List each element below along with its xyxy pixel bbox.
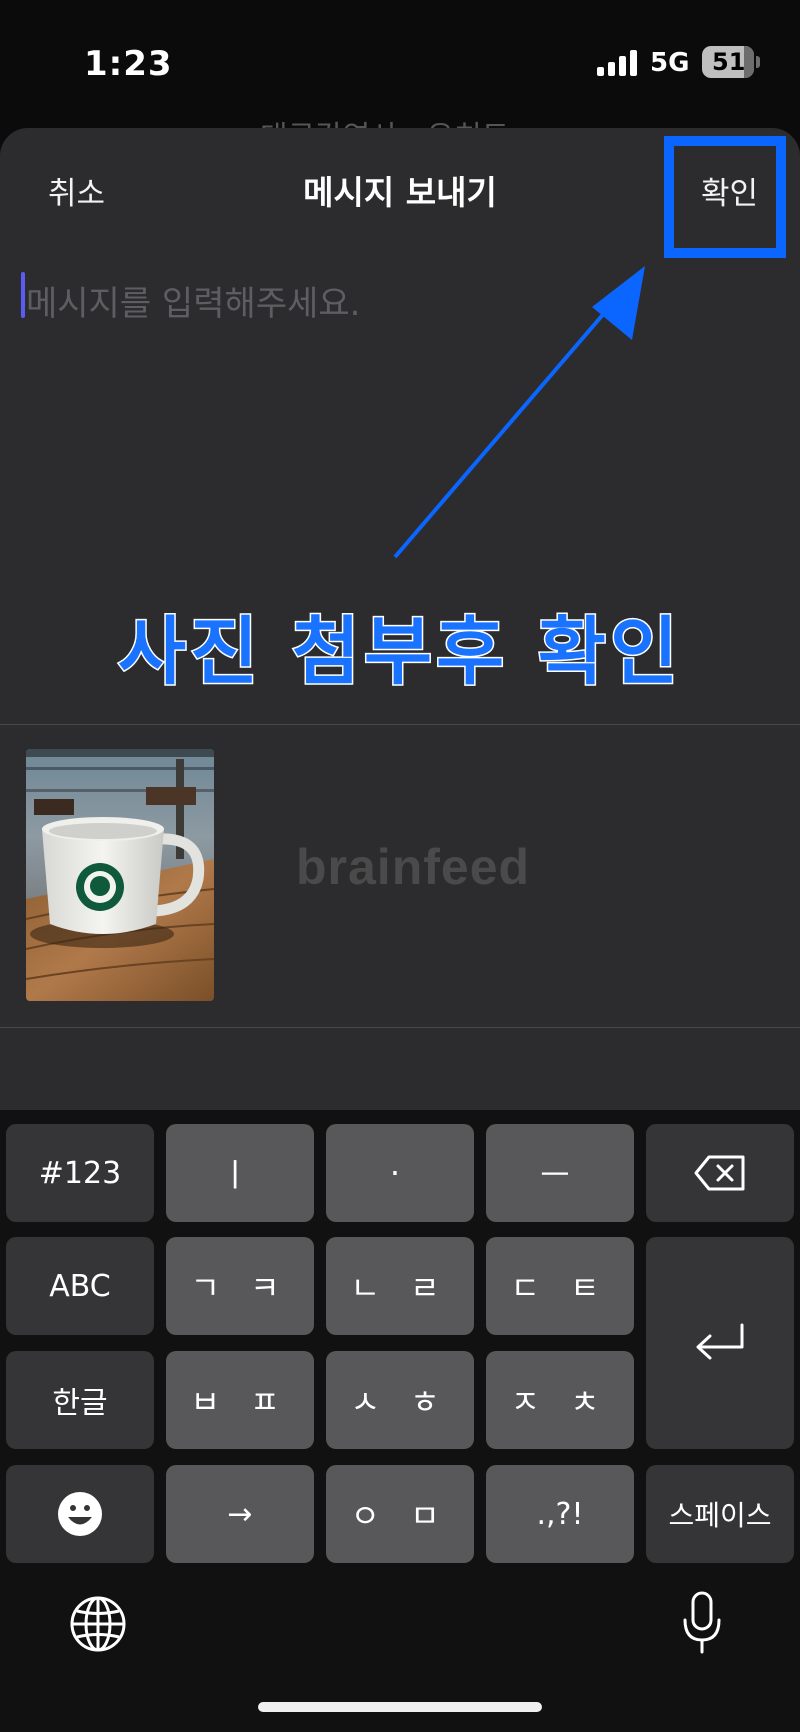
network-type: 5G bbox=[650, 48, 690, 78]
key-siot-hieut[interactable]: ㅅ ㅎ bbox=[326, 1351, 474, 1449]
emoji-key[interactable] bbox=[6, 1465, 154, 1563]
backspace-icon bbox=[694, 1155, 745, 1191]
space-key[interactable]: 스페이스 bbox=[646, 1465, 794, 1563]
key-hangul[interactable]: 한글 bbox=[6, 1351, 154, 1449]
globe-icon[interactable] bbox=[68, 1594, 128, 1654]
microphone-icon[interactable] bbox=[680, 1590, 724, 1656]
key-vowel-dot[interactable]: · bbox=[326, 1124, 474, 1222]
battery-cap bbox=[756, 56, 760, 68]
watermark-text: brainfeed bbox=[296, 839, 531, 895]
divider-bottom bbox=[0, 1027, 800, 1028]
key-jieut-chieut[interactable]: ㅈ ㅊ bbox=[486, 1351, 634, 1449]
key-vowel-eu[interactable]: ㅡ bbox=[486, 1124, 634, 1222]
battery-icon: 51 bbox=[702, 46, 754, 78]
return-key[interactable] bbox=[646, 1237, 794, 1449]
battery-level: 51 bbox=[712, 48, 746, 76]
key-punctuation[interactable]: .,?! bbox=[486, 1465, 634, 1563]
emoji-icon bbox=[58, 1492, 102, 1536]
divider-top bbox=[0, 724, 800, 725]
home-indicator[interactable] bbox=[258, 1702, 542, 1712]
key-ieung-mieum[interactable]: ㅇ ㅁ bbox=[326, 1465, 474, 1563]
key-abc[interactable]: ABC bbox=[6, 1237, 154, 1335]
key-numbers[interactable]: #123 bbox=[6, 1124, 154, 1222]
annotation-arrow bbox=[393, 266, 645, 559]
backspace-key[interactable] bbox=[646, 1124, 794, 1222]
key-next-arrow[interactable]: → bbox=[166, 1465, 314, 1563]
return-icon bbox=[696, 1323, 744, 1360]
confirm-highlight-box bbox=[664, 136, 786, 258]
key-vowel-i[interactable]: ㅣ bbox=[166, 1124, 314, 1222]
key-nieun-rieul[interactable]: ㄴ ㄹ bbox=[326, 1237, 474, 1335]
key-bieup-pieup[interactable]: ㅂ ㅍ bbox=[166, 1351, 314, 1449]
annotation-text: 사진 첨부후 확인 bbox=[116, 608, 683, 697]
text-cursor bbox=[21, 272, 25, 318]
attached-photo-thumbnail[interactable] bbox=[26, 749, 214, 1001]
status-time: 1:23 bbox=[84, 44, 173, 84]
cellular-signal-icon bbox=[597, 50, 637, 76]
key-digeut-tieut[interactable]: ㄷ ㅌ bbox=[486, 1237, 634, 1335]
key-giyeok-kieuk[interactable]: ㄱ ㅋ bbox=[166, 1237, 314, 1335]
